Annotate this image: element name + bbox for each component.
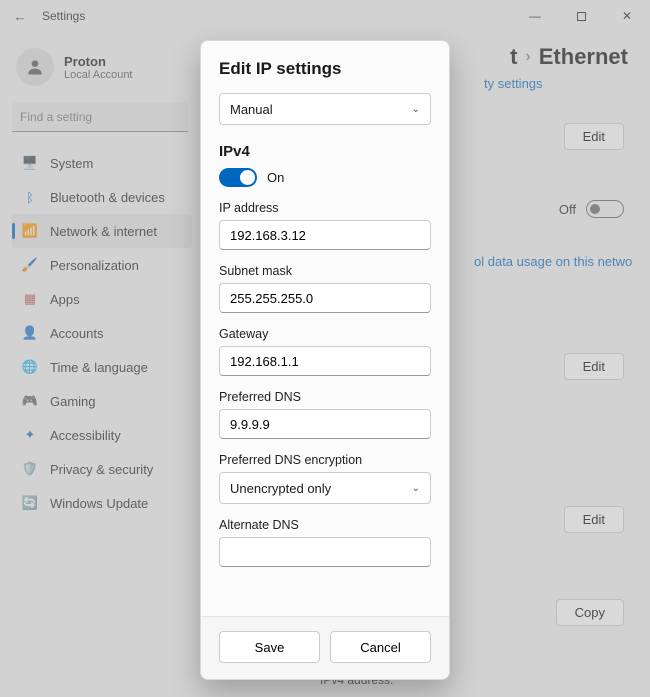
preferred-dns-encryption-select[interactable]: Unencrypted only ⌄ <box>219 472 431 504</box>
ipv4-section-label: IPv4 <box>219 143 431 160</box>
edit-ip-dialog: Edit IP settings Manual ⌄ IPv4 On IP add… <box>200 40 450 680</box>
preferred-dns-input[interactable] <box>219 409 431 439</box>
dialog-footer: Save Cancel <box>201 616 449 679</box>
preferred-dns-label: Preferred DNS <box>219 390 431 404</box>
gateway-label: Gateway <box>219 327 431 341</box>
dialog-title: Edit IP settings <box>219 59 431 79</box>
preferred-dns-encryption-label: Preferred DNS encryption <box>219 453 431 467</box>
ip-mode-value: Manual <box>230 102 273 117</box>
ipv4-toggle-label: On <box>267 170 284 185</box>
chevron-down-icon: ⌄ <box>412 483 420 494</box>
alternate-dns-label: Alternate DNS <box>219 518 431 532</box>
ip-mode-select[interactable]: Manual ⌄ <box>219 93 431 125</box>
preferred-dns-encryption-value: Unencrypted only <box>230 481 331 496</box>
subnet-mask-input[interactable] <box>219 283 431 313</box>
ip-address-label: IP address <box>219 201 431 215</box>
cancel-button[interactable]: Cancel <box>330 631 431 663</box>
chevron-down-icon: ⌄ <box>412 104 420 115</box>
ipv4-toggle[interactable] <box>219 168 257 187</box>
alternate-dns-input[interactable] <box>219 537 431 567</box>
gateway-input[interactable] <box>219 346 431 376</box>
save-button[interactable]: Save <box>219 631 320 663</box>
ip-address-input[interactable] <box>219 220 431 250</box>
subnet-mask-label: Subnet mask <box>219 264 431 278</box>
